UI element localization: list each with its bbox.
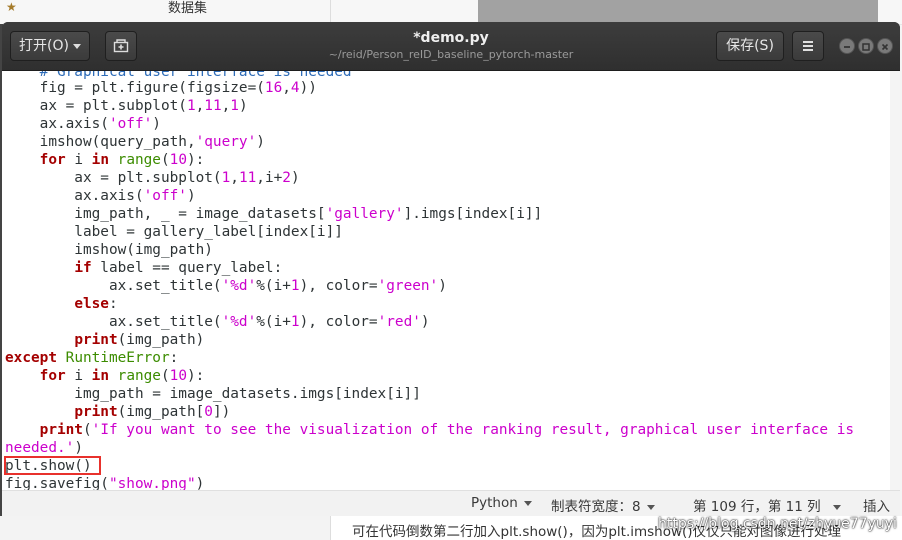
minimize-button[interactable] [839, 38, 855, 54]
code-editor[interactable]: # Graphical user interface is needed fig… [2, 71, 900, 490]
status-bar: Python 制表符宽度：8 第 109 行，第 11 列 插入 [2, 490, 900, 516]
highlight-annotation-box [4, 456, 101, 475]
language-selector[interactable]: Python [471, 495, 532, 511]
insert-mode-label: 插入 [863, 499, 890, 515]
background-top-text: 数据集 [168, 1, 208, 16]
code-line: for i in range(10): [39, 152, 205, 168]
code-line: ax.axis('off') [5, 188, 196, 204]
code-line: print(img_path) [74, 332, 205, 348]
code-line: for i in range(10): [39, 368, 205, 384]
code-line: if label == query_label: [74, 260, 283, 276]
watermark: https://blog.csdn.net/zhyue77yuyi [658, 516, 897, 532]
code-line: ax.set_title('%d'%(i+1), color='red') [5, 314, 430, 330]
code-line: ax = plt.subplot(1,11,i+2) [5, 170, 300, 186]
code-line: imshow(img_path) [5, 242, 213, 258]
star-icon: ★ [6, 0, 17, 14]
background-page-bottom: 可在代码倒数第二行加入plt.show()，因为plt.imshow()仅仅只能… [0, 516, 902, 540]
chevron-down-icon [646, 504, 655, 510]
background-left-panel [0, 516, 331, 540]
background-divider [330, 0, 331, 24]
tab-width-label: 制表符宽度：8 [551, 499, 641, 515]
close-button[interactable] [877, 38, 893, 54]
code-line: img_path, _ = image_datasets['gallery'].… [5, 206, 543, 222]
background-image-strip [478, 0, 878, 24]
code-line: ax.set_title('%d'%(i+1), color='green') [5, 278, 447, 294]
code-line: label = gallery_label[index[i]] [5, 224, 343, 240]
header-bar: 打开(O) *demo.py ~/reid/Person_reID_baseli… [2, 22, 900, 71]
maximize-button[interactable] [858, 38, 874, 54]
code-line: except RuntimeError: [5, 350, 179, 366]
code-line: needed.') [5, 440, 83, 456]
hamburger-menu-icon [803, 41, 813, 51]
menu-button[interactable] [792, 31, 824, 61]
maximize-icon [862, 43, 870, 51]
chevron-down-icon [523, 500, 532, 506]
cursor-position-selector[interactable]: 第 109 行，第 11 列 [693, 495, 841, 515]
tab-width-selector[interactable]: 制表符宽度：8 [551, 495, 655, 515]
code-line: imshow(query_path,'query') [5, 134, 265, 150]
code-line: else: [74, 296, 118, 312]
code-line: print('If you want to see the visualizat… [39, 422, 855, 438]
code-line: img_path = image_datasets.imgs[index[i]] [5, 386, 421, 402]
language-label: Python [471, 495, 518, 511]
cursor-position-label: 第 109 行，第 11 列 [693, 499, 821, 515]
minimize-icon [844, 46, 850, 48]
code-line: fig.savefig("show.png") [5, 476, 205, 490]
code-line: print(img_path[0]) [74, 404, 231, 420]
close-icon [881, 43, 889, 51]
save-button[interactable]: 保存(S) [716, 31, 784, 61]
code-line: ax.axis('off') [5, 116, 161, 132]
scrollbar[interactable] [890, 71, 900, 490]
gedit-window: 打开(O) *demo.py ~/reid/Person_reID_baseli… [2, 22, 900, 516]
chevron-down-icon [832, 504, 841, 510]
code-line: ax = plt.subplot(1,11,1) [5, 98, 248, 114]
code-line: fig = plt.figure(figsize=(16,4)) [5, 80, 317, 96]
